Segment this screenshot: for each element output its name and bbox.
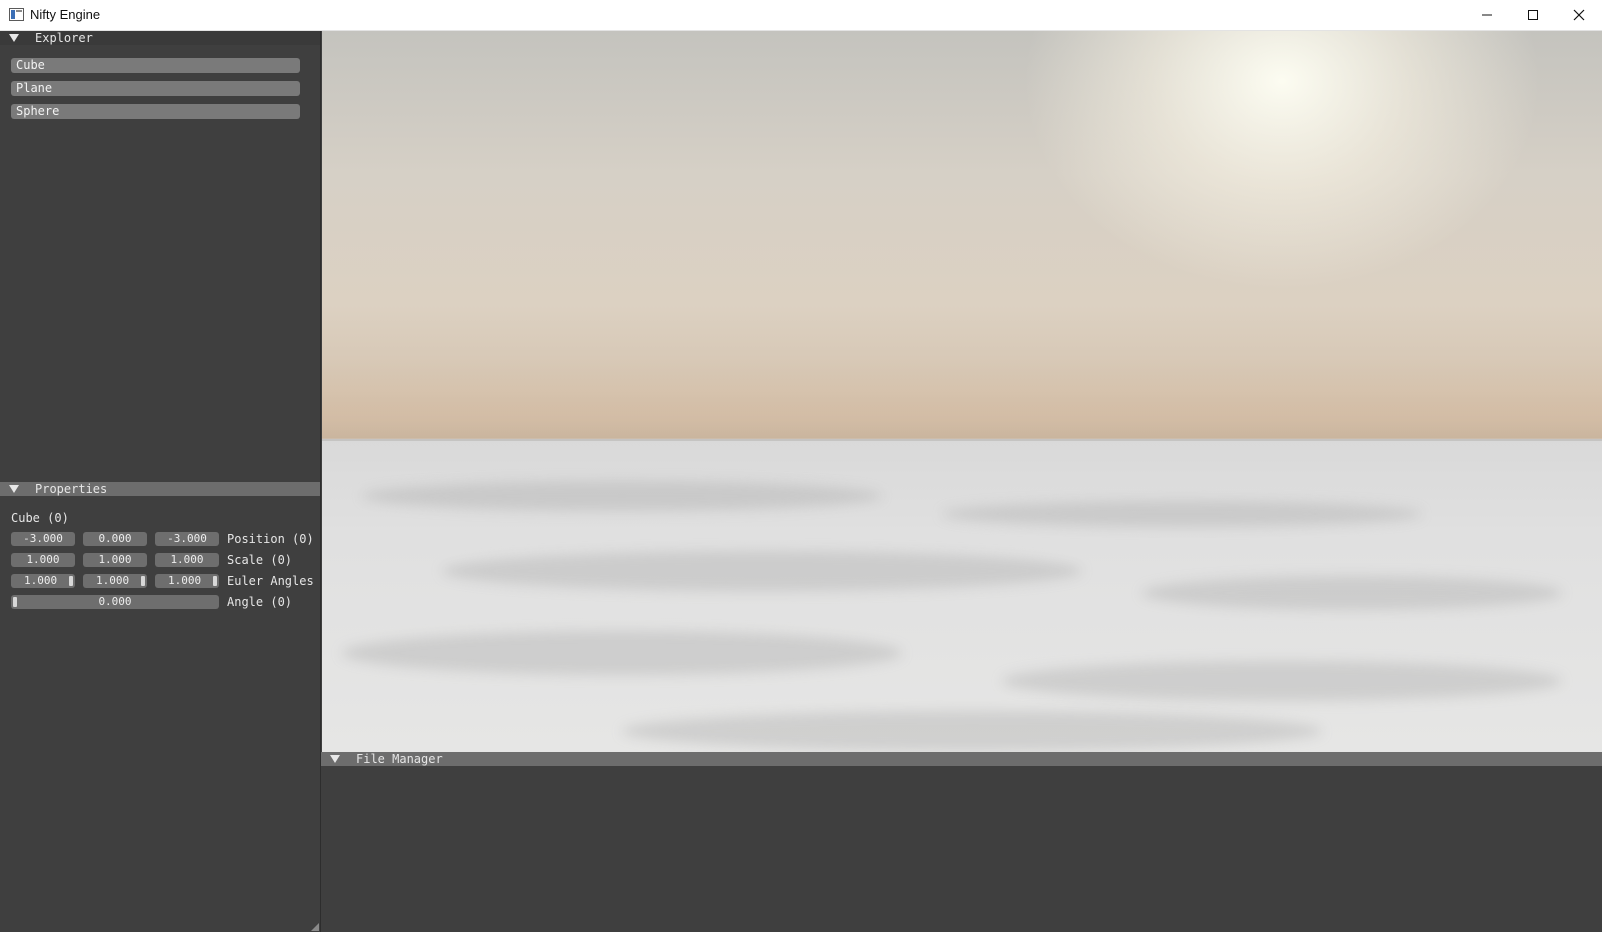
slider-grab-handle[interactable] — [141, 576, 145, 586]
minimize-button[interactable] — [1464, 0, 1510, 30]
scale-x-field[interactable]: 1.000 — [11, 553, 75, 567]
position-z-field[interactable]: -3.000 — [155, 532, 219, 546]
window-title: Nifty Engine — [30, 7, 101, 22]
angle-value: 0.000 — [98, 595, 132, 608]
properties-header[interactable]: Properties — [0, 482, 320, 496]
snow-texture — [442, 551, 1082, 591]
euler-x-slider[interactable]: 1.000 — [11, 574, 75, 588]
explorer-item-sphere[interactable]: Sphere — [11, 104, 300, 119]
position-label: Position (0) — [227, 532, 314, 546]
euler-label: Euler Angles — [227, 574, 314, 588]
collapse-triangle-icon[interactable] — [9, 485, 19, 493]
title-bar: Nifty Engine — [0, 0, 1602, 31]
properties-panel: Properties Cube (0) -3.000 0.000 -3.000 … — [0, 482, 321, 932]
euler-y-slider[interactable]: 1.000 — [83, 574, 147, 588]
collapse-triangle-icon[interactable] — [9, 34, 19, 42]
explorer-header[interactable]: Explorer — [0, 31, 320, 45]
file-manager-header[interactable]: File Manager — [321, 752, 1602, 766]
scale-y-field[interactable]: 1.000 — [83, 553, 147, 567]
explorer-item-cube[interactable]: Cube — [11, 58, 300, 73]
resize-grip-icon[interactable] — [311, 923, 319, 931]
slider-grab-handle[interactable] — [13, 597, 17, 607]
snow-texture — [1002, 661, 1562, 701]
horizon-haze — [322, 361, 1602, 441]
maximize-icon — [1528, 10, 1538, 20]
explorer-panel: Explorer Cube Plane Sphere — [0, 31, 321, 482]
euler-z-value: 1.000 — [168, 574, 202, 587]
slider-grab-handle[interactable] — [213, 576, 217, 586]
app-window-icon — [9, 8, 24, 21]
angle-slider[interactable]: 0.000 — [11, 595, 219, 609]
close-button[interactable] — [1556, 0, 1602, 30]
selected-object-name: Cube (0) — [11, 511, 69, 525]
close-icon — [1573, 9, 1585, 21]
minimize-icon — [1482, 14, 1492, 16]
horizon-line — [322, 439, 1602, 441]
position-y-field[interactable]: 0.000 — [83, 532, 147, 546]
scene-viewport[interactable] — [322, 31, 1602, 752]
sky-sun-glow — [1022, 31, 1542, 291]
snow-texture — [342, 631, 902, 675]
slider-grab-handle[interactable] — [69, 576, 73, 586]
position-x-field[interactable]: -3.000 — [11, 532, 75, 546]
file-manager-title: File Manager — [356, 752, 443, 766]
scale-z-field[interactable]: 1.000 — [155, 553, 219, 567]
scale-label: Scale (0) — [227, 553, 293, 567]
explorer-item-plane[interactable]: Plane — [11, 81, 300, 96]
maximize-button[interactable] — [1510, 0, 1556, 30]
snow-texture — [622, 711, 1322, 751]
euler-x-value: 1.000 — [24, 574, 58, 587]
properties-title: Properties — [35, 482, 108, 496]
snow-texture — [1142, 576, 1562, 610]
euler-y-value: 1.000 — [96, 574, 130, 587]
collapse-triangle-icon[interactable] — [330, 755, 340, 763]
file-manager-panel: File Manager — [321, 752, 1602, 932]
explorer-title: Explorer — [35, 31, 93, 45]
snow-texture — [362, 481, 882, 511]
snow-texture — [942, 501, 1422, 527]
euler-z-slider[interactable]: 1.000 — [155, 574, 219, 588]
angle-label: Angle (0) — [227, 595, 293, 609]
